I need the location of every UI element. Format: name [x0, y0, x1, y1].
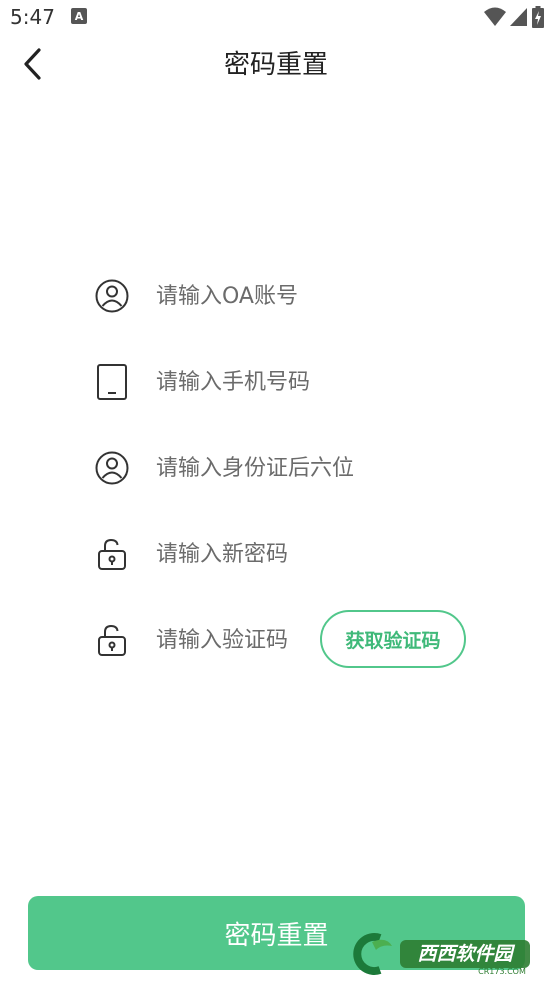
wifi-icon	[484, 7, 506, 26]
svg-text:A: A	[75, 10, 84, 23]
status-time: 5:47	[10, 5, 55, 29]
code-input[interactable]	[156, 620, 316, 660]
header: 密码重置	[0, 34, 552, 90]
code-row: 获取验证码	[94, 610, 534, 670]
watermark-logo: 西西软件园 CR173.COM	[352, 932, 532, 976]
id-card-input[interactable]	[156, 448, 406, 488]
phone-input[interactable]	[156, 362, 406, 402]
user-circle-icon	[95, 451, 129, 485]
signal-icon	[510, 8, 527, 26]
new-password-row	[94, 524, 534, 584]
new-password-input[interactable]	[156, 534, 406, 574]
phone-icon	[97, 364, 127, 400]
svg-text:CR173.COM: CR173.COM	[478, 967, 526, 976]
user-circle-icon	[95, 279, 129, 313]
status-bar: 5:47 A	[0, 0, 552, 34]
battery-charging-icon	[532, 6, 544, 28]
unlock-icon	[98, 624, 126, 656]
account-row	[94, 266, 534, 326]
phone-row	[94, 352, 534, 412]
status-icons	[484, 6, 544, 28]
account-input[interactable]	[156, 276, 406, 316]
get-code-button[interactable]: 获取验证码	[320, 610, 466, 668]
unlock-icon	[98, 538, 126, 570]
id-card-row	[94, 438, 534, 498]
svg-text:西西软件园: 西西软件园	[417, 943, 515, 965]
page-title: 密码重置	[223, 50, 328, 80]
a-badge-icon: A	[71, 8, 87, 24]
